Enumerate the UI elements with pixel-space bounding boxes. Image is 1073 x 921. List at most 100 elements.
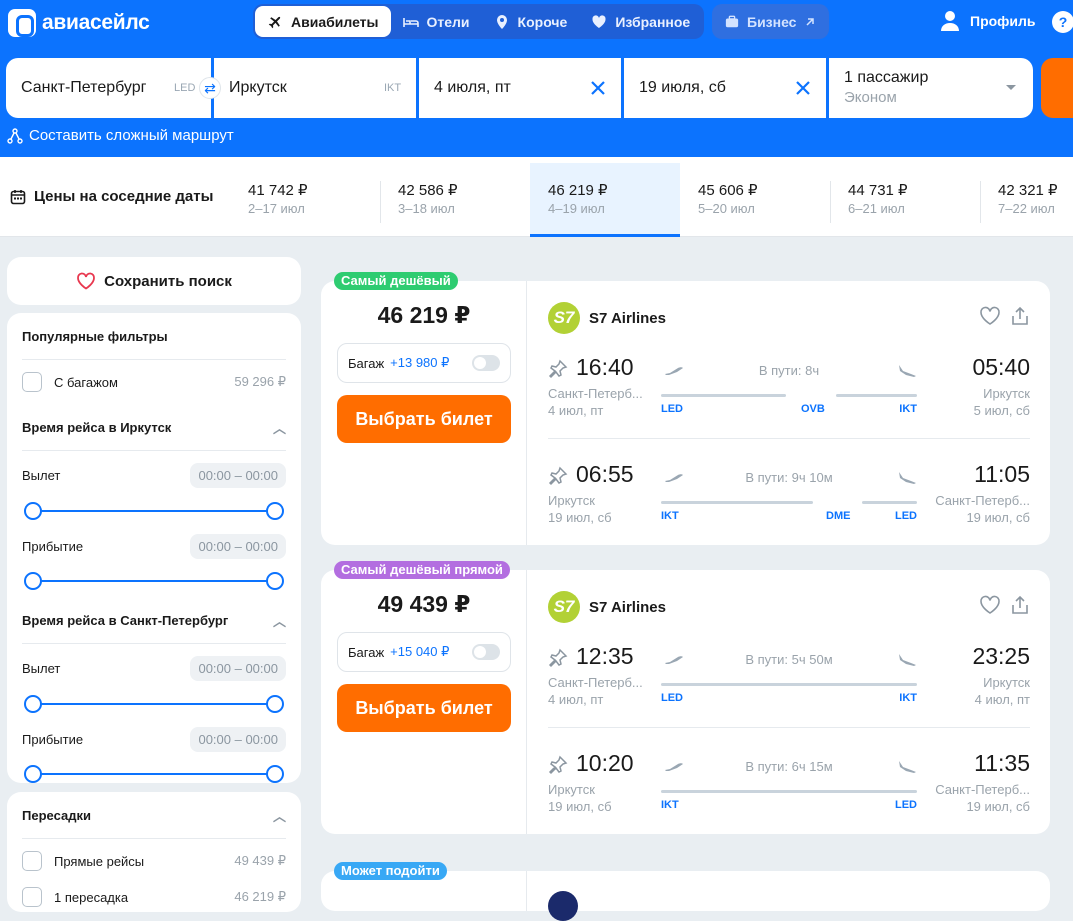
ticket-price: 46 219 ₽ xyxy=(377,302,471,328)
filter-baggage[interactable]: С багажом 59 296 ₽ xyxy=(22,360,286,404)
swap-button[interactable]: ⇄ xyxy=(199,77,221,99)
date-option[interactable]: 45 606 ₽5–20 июл xyxy=(680,163,830,237)
date-option[interactable]: 42 321 ₽7–22 июл xyxy=(980,163,1073,237)
favorite-icon[interactable] xyxy=(979,595,1001,615)
date-option-selected[interactable]: 46 219 ₽4–19 июл xyxy=(530,163,680,237)
toggle-switch[interactable] xyxy=(472,644,500,660)
arrive-time-slider[interactable] xyxy=(24,762,284,786)
depart-time-row: Вылет 00:00 – 00:00 xyxy=(22,451,286,499)
airline: S7 S7 Airlines xyxy=(548,302,666,334)
select-ticket-button[interactable]: Выбрать билет xyxy=(337,684,511,732)
slider-handle[interactable] xyxy=(266,695,284,713)
baggage-toggle[interactable]: Багаж +15 040 ₽ xyxy=(337,632,511,672)
logo-icon xyxy=(8,9,36,37)
favorite-icon[interactable] xyxy=(979,306,1001,326)
header: авиасейлс Авиабилеты Отели Короче Избран… xyxy=(0,0,1073,157)
select-ticket-button[interactable]: Выбрать билет xyxy=(337,395,511,443)
ticket-price: 49 439 ₽ xyxy=(377,591,471,617)
airline-logo-icon xyxy=(548,891,578,921)
slider-handle[interactable] xyxy=(266,572,284,590)
airline: S7 S7 Airlines xyxy=(548,591,666,623)
chevron-up-icon: ︿ xyxy=(272,613,286,629)
route-icon xyxy=(7,127,23,144)
chevron-down-icon xyxy=(1006,85,1016,90)
pin-icon[interactable] xyxy=(548,755,568,775)
nav-flights[interactable]: Авиабилеты xyxy=(255,6,391,37)
depart-time-slider[interactable] xyxy=(24,499,284,523)
toggle-switch[interactable] xyxy=(472,355,500,371)
pin-icon[interactable] xyxy=(548,359,568,379)
slider-handle[interactable] xyxy=(24,502,42,520)
depart-date-field[interactable]: 4 июля, пт xyxy=(419,58,621,118)
save-search-button[interactable]: Сохранить поиск xyxy=(7,257,301,305)
origin-field[interactable]: Санкт-Петербург LED xyxy=(6,58,211,118)
filter-heading-time-to[interactable]: Время рейса в Иркутск ︿ xyxy=(22,404,286,451)
complex-route-link[interactable]: Составить сложный маршрут xyxy=(7,127,234,144)
may-suit-tag: Может подойти xyxy=(334,862,447,880)
arrive-time-slider[interactable] xyxy=(24,569,284,593)
filters-panel: Популярные фильтры С багажом 59 296 ₽ Вр… xyxy=(7,313,301,783)
transfers-panel: Пересадки ︿ Прямые рейсы 49 439 ₽ 1 перес… xyxy=(7,792,301,912)
nearby-dates-title: Цены на соседние даты xyxy=(10,188,213,205)
passengers-field[interactable]: 1 пассажир Эконом xyxy=(829,58,1033,118)
outbound-segment: 12:35 23:25 Санкт-Петерб... 4 июл, пт Ир… xyxy=(548,643,1030,707)
date-option[interactable]: 41 742 ₽2–17 июл xyxy=(230,163,380,237)
help-icon[interactable]: ? xyxy=(1052,11,1073,33)
nav-short[interactable]: Короче xyxy=(482,6,580,37)
nearby-dates-bar: Цены на соседние даты 41 742 ₽2–17 июл 4… xyxy=(0,157,1073,237)
nav-hotels[interactable]: Отели xyxy=(391,6,482,37)
checkbox[interactable] xyxy=(22,372,42,392)
s7-logo-icon: S7 xyxy=(548,591,580,623)
clear-return-icon[interactable] xyxy=(792,77,814,99)
return-date-field[interactable]: 19 июля, сб xyxy=(624,58,826,118)
chevron-up-icon: ︿ xyxy=(272,808,286,824)
share-icon[interactable] xyxy=(1011,595,1029,615)
s7-logo-icon: S7 xyxy=(548,302,580,334)
filter-one-transfer[interactable]: 1 пересадка 46 219 ₽ xyxy=(22,875,286,919)
pin-icon[interactable] xyxy=(548,648,568,668)
slider-handle[interactable] xyxy=(24,572,42,590)
main-nav: Авиабилеты Отели Короче Избранное xyxy=(253,4,705,39)
depart-time-slider[interactable] xyxy=(24,692,284,716)
heart-outline-icon xyxy=(77,272,96,290)
ticket-card[interactable]: 46 219 ₽ Багаж +13 980 ₽ Выбрать билет S7… xyxy=(321,281,1050,545)
slider-handle[interactable] xyxy=(266,502,284,520)
heart-icon xyxy=(592,14,606,28)
return-segment: 10:20 11:35 Иркутск 19 июл, сб Санкт-Пет… xyxy=(548,750,1030,814)
search-form: Санкт-Петербург LED ⇄ Иркутск IKT 4 июля… xyxy=(6,58,1036,118)
slider-handle[interactable] xyxy=(24,695,42,713)
checkbox[interactable] xyxy=(22,851,42,871)
pin-icon[interactable] xyxy=(548,466,568,486)
bed-icon xyxy=(402,17,419,27)
search-button[interactable] xyxy=(1041,58,1073,118)
filter-heading-time-back[interactable]: Время рейса в Санкт-Петербург ︿ xyxy=(22,597,286,644)
share-icon[interactable] xyxy=(1011,306,1029,326)
return-segment: 06:55 11:05 Иркутск 19 июл, сб Санкт-Пет… xyxy=(548,461,1030,525)
date-option[interactable]: 42 586 ₽3–18 июл xyxy=(380,163,530,237)
ticket-card[interactable]: 49 439 ₽ Багаж +15 040 ₽ Выбрать билет S7… xyxy=(321,570,1050,834)
nav-business[interactable]: Бизнес xyxy=(712,4,830,39)
route-bar xyxy=(661,394,917,397)
user-icon xyxy=(941,11,959,31)
logo[interactable]: авиасейлс xyxy=(8,9,150,37)
calendar-icon xyxy=(10,189,26,204)
baggage-toggle[interactable]: Багаж +13 980 ₽ xyxy=(337,343,511,383)
chevron-up-icon: ︿ xyxy=(272,420,286,436)
destination-field[interactable]: Иркутск IKT xyxy=(214,58,416,118)
filter-heading-popular: Популярные фильтры xyxy=(22,313,286,360)
route-bar xyxy=(661,501,917,504)
arrive-time-row: Прибытие 00:00 – 00:00 xyxy=(22,523,286,569)
outbound-segment: 16:40 05:40 Санкт-Петерб... 4 июл, пт Ир… xyxy=(548,354,1030,418)
filter-heading-transfers[interactable]: Пересадки ︿ xyxy=(22,792,286,839)
nav-favorites[interactable]: Избранное xyxy=(579,6,702,37)
profile-link[interactable]: Профиль xyxy=(940,10,1036,32)
cheapest-tag: Самый дешёвый xyxy=(334,272,458,290)
clear-depart-icon[interactable] xyxy=(587,77,609,99)
route-bar xyxy=(661,683,917,686)
depart-time-row: Вылет 00:00 – 00:00 xyxy=(22,644,286,692)
slider-handle[interactable] xyxy=(266,765,284,783)
cheapest-direct-tag: Самый дешёвый прямой xyxy=(334,561,510,579)
date-option[interactable]: 44 731 ₽6–21 июл xyxy=(830,163,980,237)
slider-handle[interactable] xyxy=(24,765,42,783)
checkbox[interactable] xyxy=(22,887,42,907)
